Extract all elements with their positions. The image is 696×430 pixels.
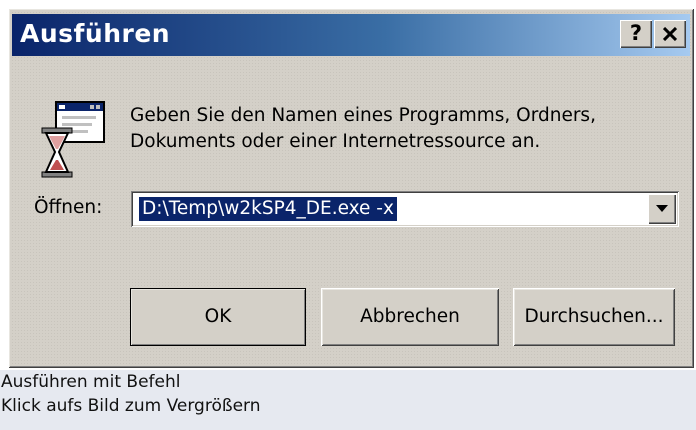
dropdown-button[interactable] — [648, 194, 676, 224]
title-bar[interactable]: Ausführen ? — [12, 14, 690, 56]
open-input-value[interactable]: D:\Temp\w2kSP4_DE.exe -x — [139, 197, 397, 221]
help-button[interactable]: ? — [620, 20, 652, 48]
ok-button[interactable]: OK — [130, 288, 306, 346]
screenshot-figure[interactable]: Ausführen ? Geben Sie den Namen eines Pr… — [0, 0, 696, 370]
instruction-line-1: Geben Sie den Namen eines Programms, Ord… — [130, 105, 596, 126]
caption-line-1: Ausführen mit Befehl — [1, 372, 181, 392]
close-button[interactable] — [654, 20, 686, 48]
cancel-button[interactable]: Abbrechen — [321, 288, 499, 346]
open-combobox[interactable]: D:\Temp\w2kSP4_DE.exe -x — [131, 191, 679, 227]
browse-button[interactable]: Durchsuchen... — [513, 288, 675, 346]
dialog-title: Ausführen — [20, 19, 171, 48]
instruction-text: Geben Sie den Namen eines Programms, Ord… — [130, 103, 596, 155]
help-icon: ? — [629, 21, 643, 45]
instruction-line-2: Dokuments oder einer Internetressource a… — [130, 131, 541, 152]
caption-line-2: Klick aufs Bild zum Vergrößern — [1, 396, 261, 416]
run-dialog: Ausführen ? Geben Sie den Namen eines Pr… — [8, 8, 694, 368]
run-program-icon — [38, 100, 106, 180]
close-icon — [662, 22, 678, 46]
image-caption: Ausführen mit Befehl Klick aufs Bild zum… — [0, 370, 696, 430]
dropdown-arrow-icon — [656, 205, 668, 212]
open-label: Öffnen: — [34, 197, 103, 218]
